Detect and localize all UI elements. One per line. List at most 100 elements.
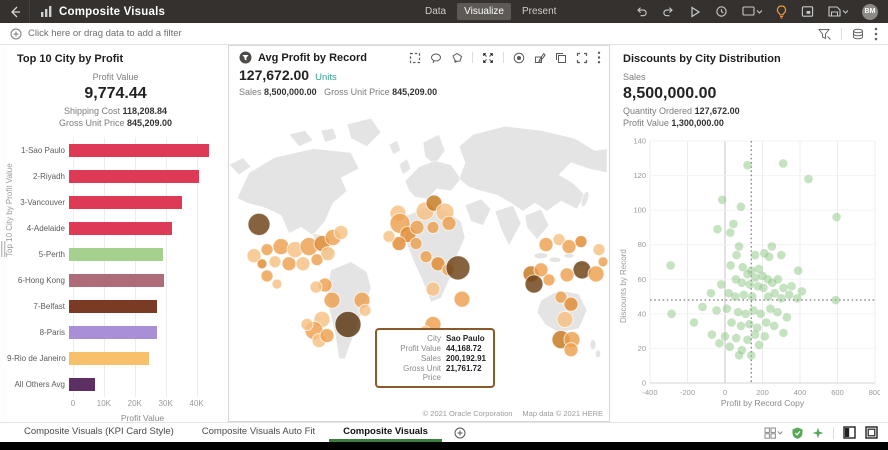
scatter-point[interactable]	[751, 330, 760, 339]
scatter-point[interactable]	[759, 284, 768, 293]
scatter-point[interactable]	[765, 253, 774, 262]
map-bubble[interactable]	[321, 247, 335, 261]
scatter-point[interactable]	[726, 228, 735, 237]
scatter-point[interactable]	[708, 330, 717, 339]
scatter-point[interactable]	[713, 225, 722, 234]
map-bubble[interactable]	[269, 256, 281, 268]
scatter-point[interactable]	[832, 213, 841, 222]
map-bubble[interactable]	[334, 226, 348, 240]
filter-icon[interactable]	[818, 28, 831, 40]
scatter-point[interactable]	[735, 351, 744, 360]
menu-icon[interactable]	[597, 51, 601, 64]
scatter-point[interactable]	[793, 294, 802, 303]
scatter-point[interactable]	[667, 310, 676, 319]
bar-row[interactable]: 4-Adelaide	[7, 215, 224, 241]
sort-icon[interactable]	[534, 52, 546, 64]
bar-row[interactable]: 2-Riyadh	[7, 163, 224, 189]
maximize-icon[interactable]	[576, 52, 588, 64]
add-filter-icon[interactable]	[10, 28, 22, 40]
scatter-point[interactable]	[751, 251, 760, 260]
insights-bulb-icon[interactable]	[776, 5, 787, 19]
data-icon[interactable]	[852, 28, 864, 40]
scatter-point[interactable]	[779, 329, 788, 338]
scatter-point[interactable]	[751, 273, 760, 282]
scatter-point[interactable]	[721, 332, 730, 341]
scatter-point[interactable]	[760, 332, 769, 341]
scatter-point[interactable]	[794, 266, 803, 275]
scatter-point[interactable]	[729, 220, 738, 229]
map-bubble[interactable]	[248, 214, 270, 236]
scatter-point[interactable]	[735, 242, 744, 251]
bubble-map[interactable]: CitySao Paulo Profit Value44,168.72 Sale…	[229, 102, 609, 421]
visual-avg-profit-by-record[interactable]: Avg Profit by Record	[228, 45, 610, 422]
scatter-point[interactable]	[698, 303, 707, 312]
map-bubble[interactable]	[410, 238, 422, 250]
map-bubble[interactable]	[383, 231, 395, 243]
undo-icon[interactable]	[635, 5, 648, 18]
bar-row[interactable]: 1-Sao Paulo	[7, 137, 224, 163]
redo-icon[interactable]	[662, 5, 675, 18]
scatter-point[interactable]	[718, 195, 727, 204]
scatter-point[interactable]	[743, 336, 752, 345]
sparkle-icon[interactable]	[812, 427, 824, 439]
scatter-point[interactable]	[707, 289, 716, 298]
map-bubble[interactable]	[525, 275, 543, 293]
scatter-point[interactable]	[777, 294, 786, 303]
map-bubble[interactable]	[296, 257, 310, 271]
map-bubble[interactable]	[446, 256, 470, 280]
scatter-point[interactable]	[717, 280, 726, 289]
map-bubble[interactable]	[257, 259, 267, 269]
canvas-tab-composite-visuals[interactable]: Composite Visuals	[329, 423, 442, 442]
add-canvas-icon[interactable]	[442, 423, 478, 442]
tab-data[interactable]: Data	[418, 3, 453, 20]
scatter-point[interactable]	[737, 322, 746, 331]
scatter-point[interactable]	[737, 202, 746, 211]
scatter-point[interactable]	[725, 342, 734, 351]
bar-row[interactable]: 3-Vancouver	[7, 189, 224, 215]
canvas-grid-icon[interactable]	[764, 427, 783, 439]
run-icon[interactable]	[689, 6, 701, 18]
layout-dark-icon[interactable]	[843, 426, 856, 439]
bar-row[interactable]: 9-Rio de Janeiro	[7, 345, 224, 371]
map-bubble[interactable]	[410, 221, 424, 235]
map-bubble[interactable]	[335, 312, 361, 338]
map-bubble[interactable]	[426, 282, 440, 296]
tab-present[interactable]: Present	[515, 3, 563, 20]
zoom-fit-icon[interactable]	[482, 52, 494, 64]
duplicate-icon[interactable]	[555, 52, 567, 64]
scatter-point[interactable]	[745, 280, 754, 289]
map-bubble[interactable]	[301, 319, 313, 331]
map-bubble[interactable]	[543, 274, 555, 286]
map-bubble[interactable]	[261, 244, 273, 256]
quality-icon[interactable]	[792, 427, 803, 439]
scatter-point[interactable]	[804, 175, 813, 184]
scatter-point[interactable]	[785, 291, 794, 300]
bar[interactable]	[69, 196, 182, 209]
map-bubble[interactable]	[324, 293, 340, 309]
tab-visualize[interactable]: Visualize	[457, 3, 511, 20]
map-bubble[interactable]	[442, 217, 456, 231]
map-bubble[interactable]	[557, 312, 573, 328]
scatter-point[interactable]	[715, 339, 724, 348]
scatter-point[interactable]	[773, 308, 782, 317]
visual-discounts-by-city-distribution[interactable]: Discounts by City Distribution Sales 8,5…	[613, 45, 888, 422]
scatter-point[interactable]	[783, 313, 792, 322]
bar[interactable]	[69, 378, 95, 391]
layout-light-icon[interactable]	[865, 426, 878, 439]
map-bubble[interactable]	[593, 244, 605, 256]
map-bubble[interactable]	[261, 270, 273, 282]
scatter-point[interactable]	[741, 310, 750, 319]
scatter-point[interactable]	[723, 304, 732, 313]
map-bubble[interactable]	[560, 268, 574, 282]
scatter-point[interactable]	[755, 341, 764, 350]
map-bubble[interactable]	[273, 239, 289, 255]
bar[interactable]	[69, 170, 199, 183]
scatter-point[interactable]	[777, 251, 786, 260]
marquee-select-icon[interactable]	[409, 52, 421, 64]
scatter-point[interactable]	[779, 159, 788, 168]
scatter-point[interactable]	[745, 320, 754, 329]
bar[interactable]	[69, 352, 149, 365]
scatter-point[interactable]	[731, 292, 740, 301]
scatter-point[interactable]	[690, 318, 699, 327]
bar[interactable]	[69, 222, 172, 235]
